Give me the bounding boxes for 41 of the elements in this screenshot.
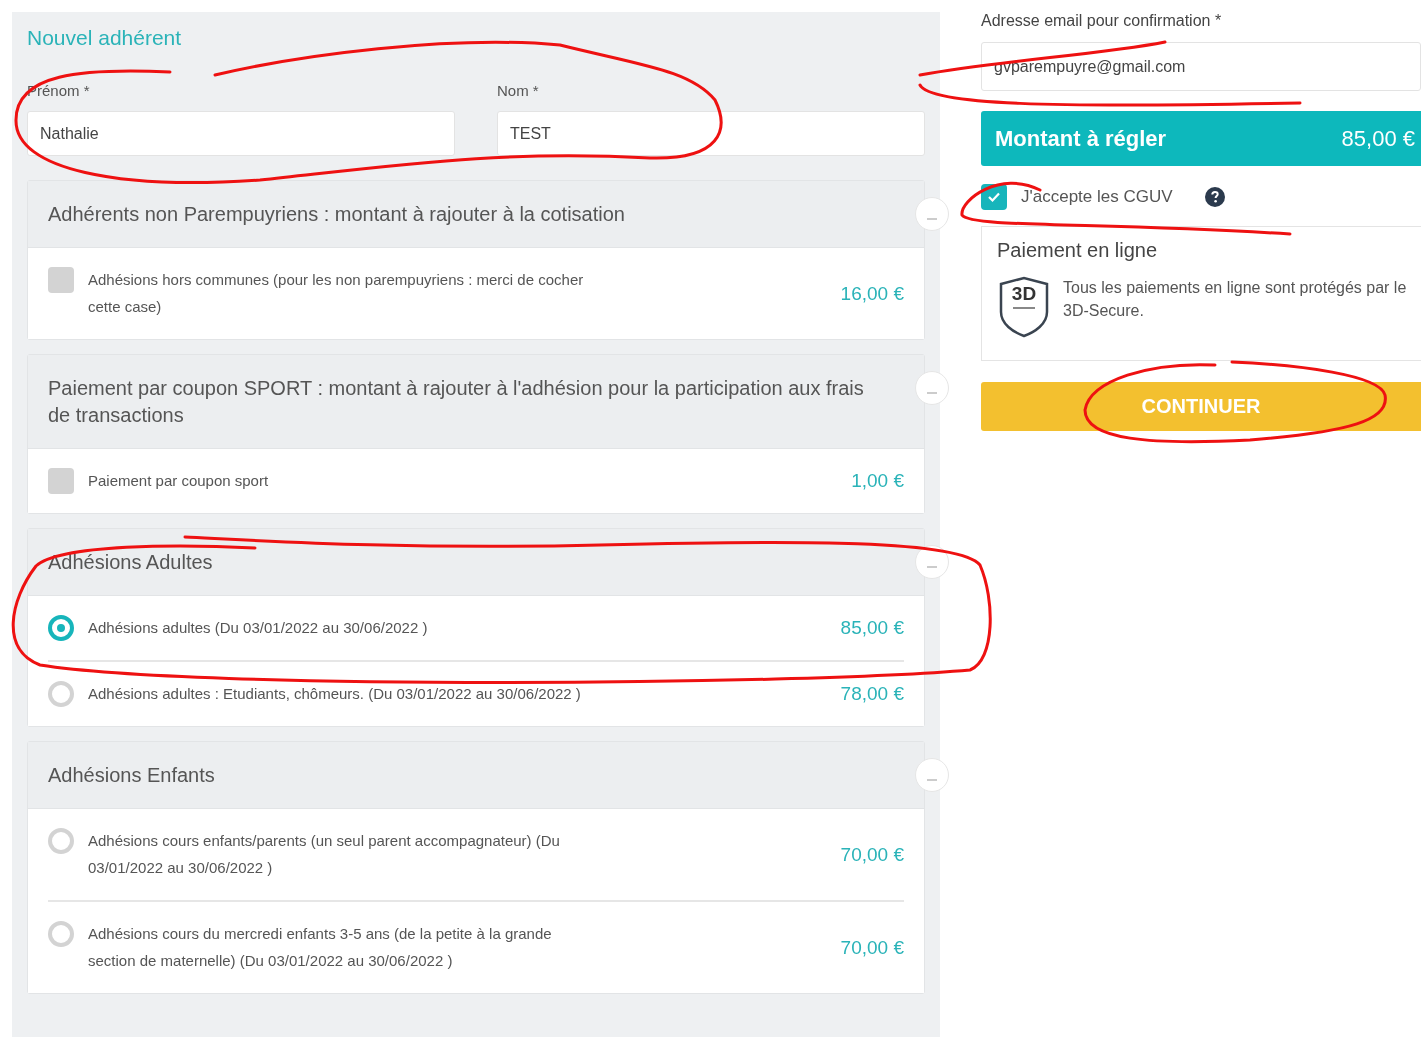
radio-button[interactable] xyxy=(48,828,74,854)
section-title: Adhésions Adultes xyxy=(48,550,214,575)
email-field[interactable]: gvparempuyre@gmail.com xyxy=(981,42,1421,91)
section-title: Adhérents non Parempuyriens : montant à rajouter à la cotisation xyxy=(48,202,626,227)
option-price: 78,00 € xyxy=(840,683,904,705)
checkbox[interactable] xyxy=(48,267,74,293)
field-label: Adresse email pour confirmation * xyxy=(981,12,1222,30)
minus-icon xyxy=(927,566,937,568)
option-label: Adhésions cours du mercredi enfants 3-5 ans (de la petite à la grande section de maternelle) (Du 03/01/2022 au 30/06/2022 ) xyxy=(88,924,553,971)
radio-button[interactable] xyxy=(48,615,74,641)
terms-label: J'accepte les CGUV xyxy=(1021,187,1173,207)
input-field[interactable]: TEST xyxy=(497,111,925,156)
option-price: 1,00 € xyxy=(851,470,904,492)
secure-shield-icon: 3D xyxy=(997,276,1051,338)
option-price: 16,00 € xyxy=(840,282,904,305)
input-field[interactable]: Nathalie xyxy=(27,111,455,156)
section-title: Paiement par coupon SPORT : montant à rajouter à l'adhésion pour la participation aux frais de transactions xyxy=(48,376,865,428)
option-price: 70,00 € xyxy=(840,936,904,959)
payment-title: Paiement en ligne xyxy=(997,239,1158,262)
section-title: Adhésions Enfants xyxy=(48,763,216,788)
option-label: Adhésions cours enfants/parents (un seul parent accompagnateur) (Du 03/01/2022 au 30/06/2022 ) xyxy=(88,831,561,878)
checkmark-icon xyxy=(987,191,1001,203)
amount-label: Montant à régler xyxy=(995,125,1167,152)
minus-icon xyxy=(927,779,937,781)
option-label: Paiement par coupon sport xyxy=(88,471,270,491)
help-icon[interactable] xyxy=(1204,187,1225,207)
option-price: 70,00 € xyxy=(840,843,904,866)
payment-note: Tous les paiements en ligne sont protégés par le 3D-Secure. xyxy=(1063,278,1408,321)
amount-value: 85,00 € xyxy=(1341,125,1415,152)
radio-button[interactable] xyxy=(48,681,74,707)
minus-icon xyxy=(927,218,937,220)
option-price: 85,00 € xyxy=(840,617,904,639)
checkbox[interactable] xyxy=(48,468,74,494)
option-label: Adhésions adultes : Etudiants, chômeurs. (Du 03/01/2022 au 30/06/2022 ) xyxy=(88,684,582,704)
option-label: Adhésions adultes (Du 03/01/2022 au 30/06/2022 ) xyxy=(88,618,429,638)
minus-icon xyxy=(927,392,937,394)
radio-button[interactable] xyxy=(48,921,74,947)
field-label: Prénom * xyxy=(27,82,90,99)
form-title: Nouvel adhérent xyxy=(27,26,182,50)
option-label: Adhésions hors communes (pour les non parempuyriens : merci de cocher cette case) xyxy=(88,270,585,317)
field-label: Nom * xyxy=(497,82,539,99)
